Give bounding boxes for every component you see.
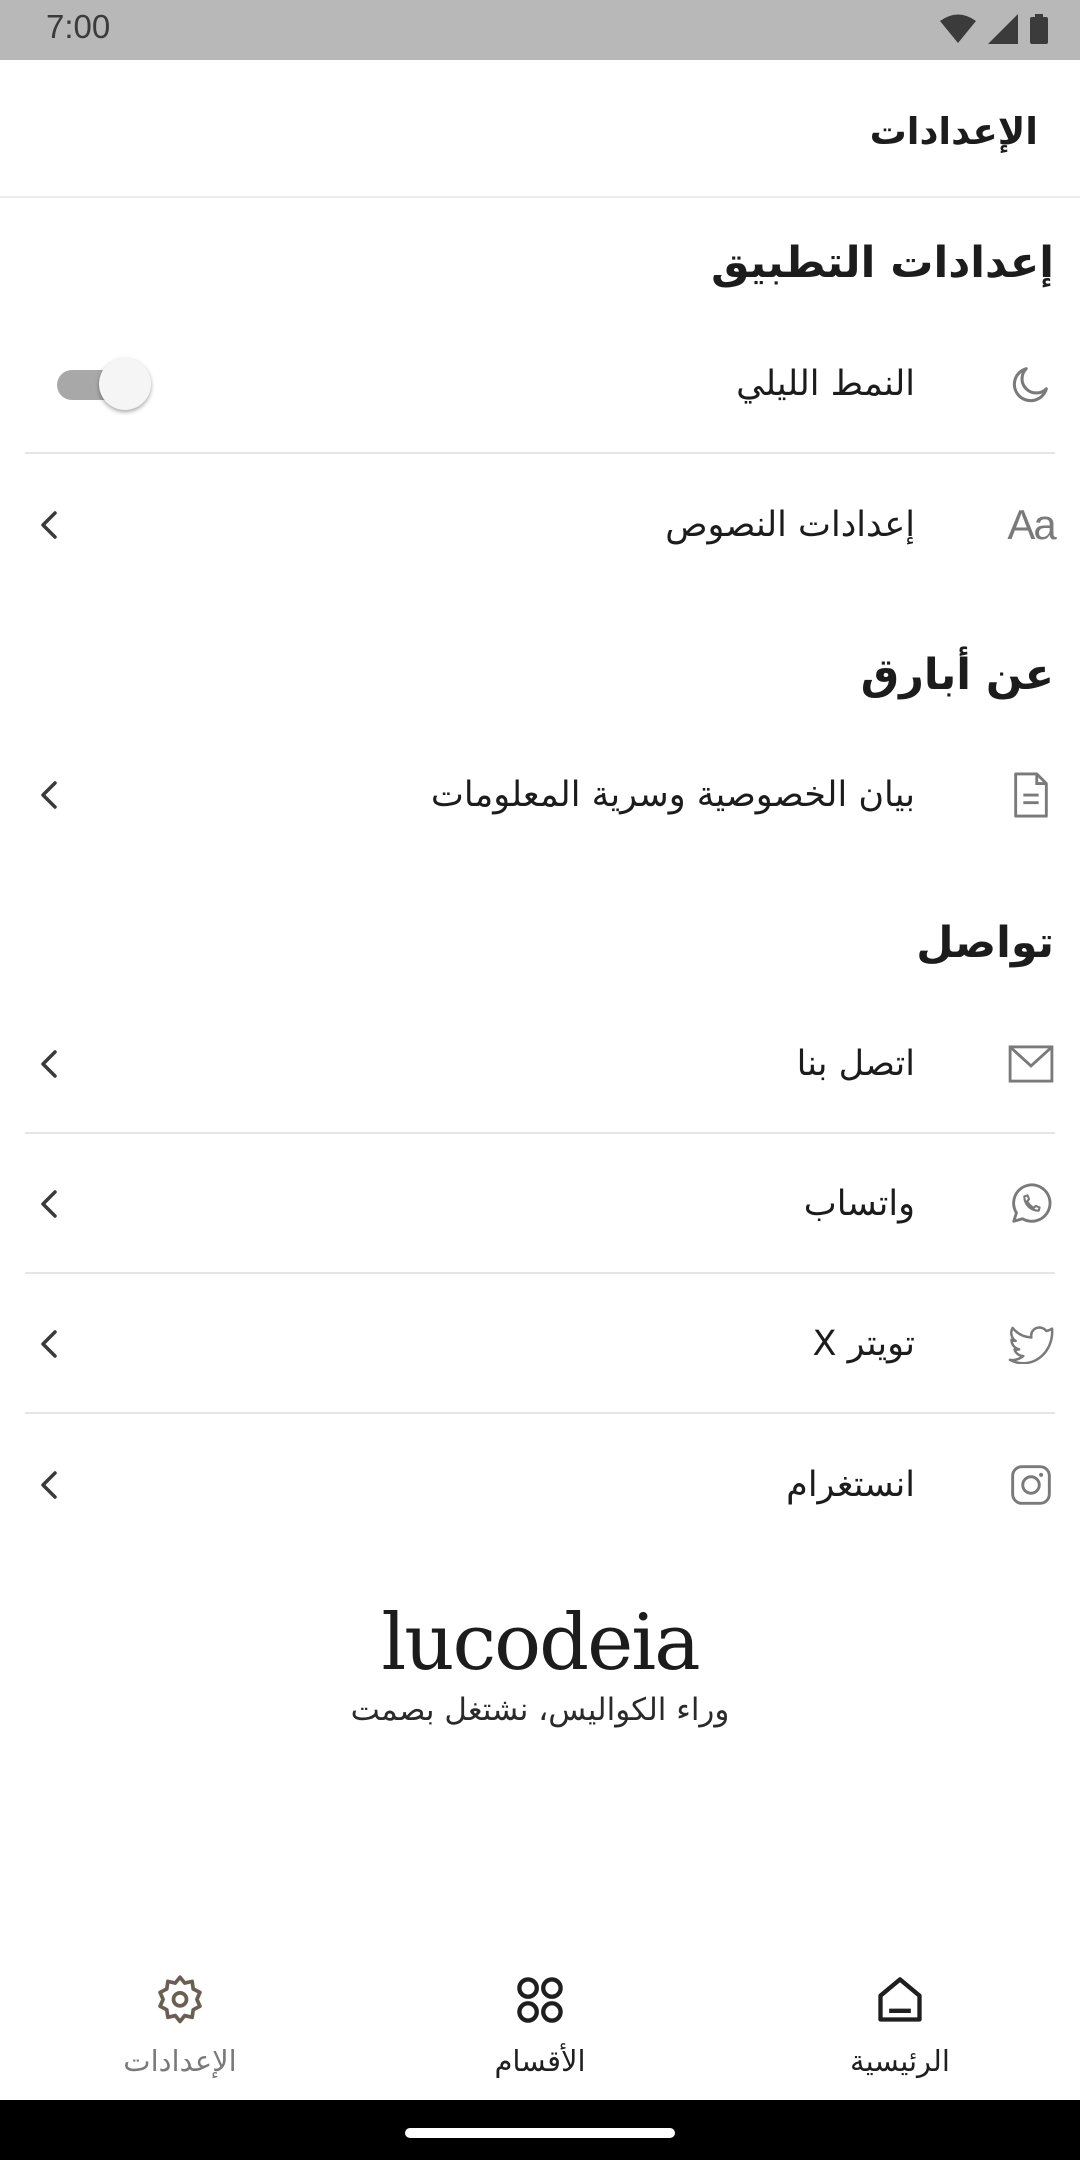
grid-icon xyxy=(420,1970,660,2030)
twitter-bird-icon xyxy=(1007,1320,1055,1368)
text-size-icon: Aa xyxy=(1007,501,1056,548)
whatsapp-label: واتساب xyxy=(803,1184,915,1224)
status-bar: 7:00 xyxy=(0,0,1080,60)
battery-icon xyxy=(1030,14,1048,44)
instagram-label: انستغرام xyxy=(786,1465,915,1505)
mail-icon xyxy=(1007,1040,1055,1088)
nav-item-categories[interactable]: الأقسام xyxy=(420,1970,660,2078)
brand-logo: lucodeia xyxy=(381,1598,700,1688)
brand-block: lucodeia وراء الكواليس، نشتغل بصمت xyxy=(0,1598,1080,1728)
page-title: الإعدادات xyxy=(869,110,1038,153)
chevron-left-icon xyxy=(31,777,67,813)
privacy-row[interactable]: بيان الخصوصية وسرية المعلومات xyxy=(25,726,1055,864)
toggle-knob xyxy=(99,358,151,410)
dark-mode-toggle[interactable] xyxy=(57,358,151,410)
gear-icon xyxy=(60,1970,300,2030)
top-app-bar: الإعدادات xyxy=(0,60,1080,198)
nav-item-home[interactable]: الرئيسية xyxy=(780,1970,1020,2078)
document-icon xyxy=(1007,771,1055,819)
instagram-icon xyxy=(1007,1461,1055,1509)
nav-label-home: الرئيسية xyxy=(850,2044,950,2078)
text-settings-label: إعدادات النصوص xyxy=(665,505,915,545)
moon-icon xyxy=(1007,360,1055,408)
section-title-contact: تواصل xyxy=(916,918,1054,968)
wifi-icon xyxy=(940,14,976,43)
nav-label-settings: الإعدادات xyxy=(123,2044,237,2078)
whatsapp-icon xyxy=(1007,1180,1055,1228)
contact-us-row[interactable]: اتصل بنا xyxy=(25,996,1055,1134)
section-title-app-settings: إعدادات التطبيق xyxy=(711,238,1054,288)
cell-signal-icon xyxy=(988,14,1018,44)
system-gesture-bar xyxy=(0,2100,1080,2160)
status-time: 7:00 xyxy=(46,8,111,45)
chevron-left-icon xyxy=(31,1326,67,1362)
chevron-left-icon xyxy=(31,1467,67,1503)
text-settings-row[interactable]: Aa إعدادات النصوص xyxy=(25,456,1057,594)
section-title-about: عن أبارق xyxy=(860,650,1054,700)
bottom-navigation: الإعدادات الأقسام الرئيسية xyxy=(0,1940,1080,2100)
twitter-row[interactable]: تويتر X xyxy=(25,1276,1055,1414)
twitter-label: تويتر X xyxy=(812,1324,915,1364)
home-icon xyxy=(780,1970,1020,2030)
dark-mode-row[interactable]: النمط الليلي xyxy=(25,316,1055,454)
gesture-handle[interactable] xyxy=(405,2128,675,2138)
privacy-label: بيان الخصوصية وسرية المعلومات xyxy=(430,775,915,815)
chevron-left-icon xyxy=(31,1186,67,1222)
whatsapp-row[interactable]: واتساب xyxy=(25,1136,1055,1274)
nav-label-categories: الأقسام xyxy=(494,2044,586,2078)
nav-item-settings[interactable]: الإعدادات xyxy=(60,1970,300,2078)
status-icons xyxy=(940,14,1048,44)
brand-tagline: وراء الكواليس، نشتغل بصمت xyxy=(350,1692,730,1728)
chevron-left-icon xyxy=(31,507,67,543)
contact-us-label: اتصل بنا xyxy=(796,1044,915,1084)
chevron-left-icon xyxy=(31,1046,67,1082)
instagram-row[interactable]: انستغرام xyxy=(25,1416,1055,1554)
dark-mode-label: النمط الليلي xyxy=(736,364,915,404)
